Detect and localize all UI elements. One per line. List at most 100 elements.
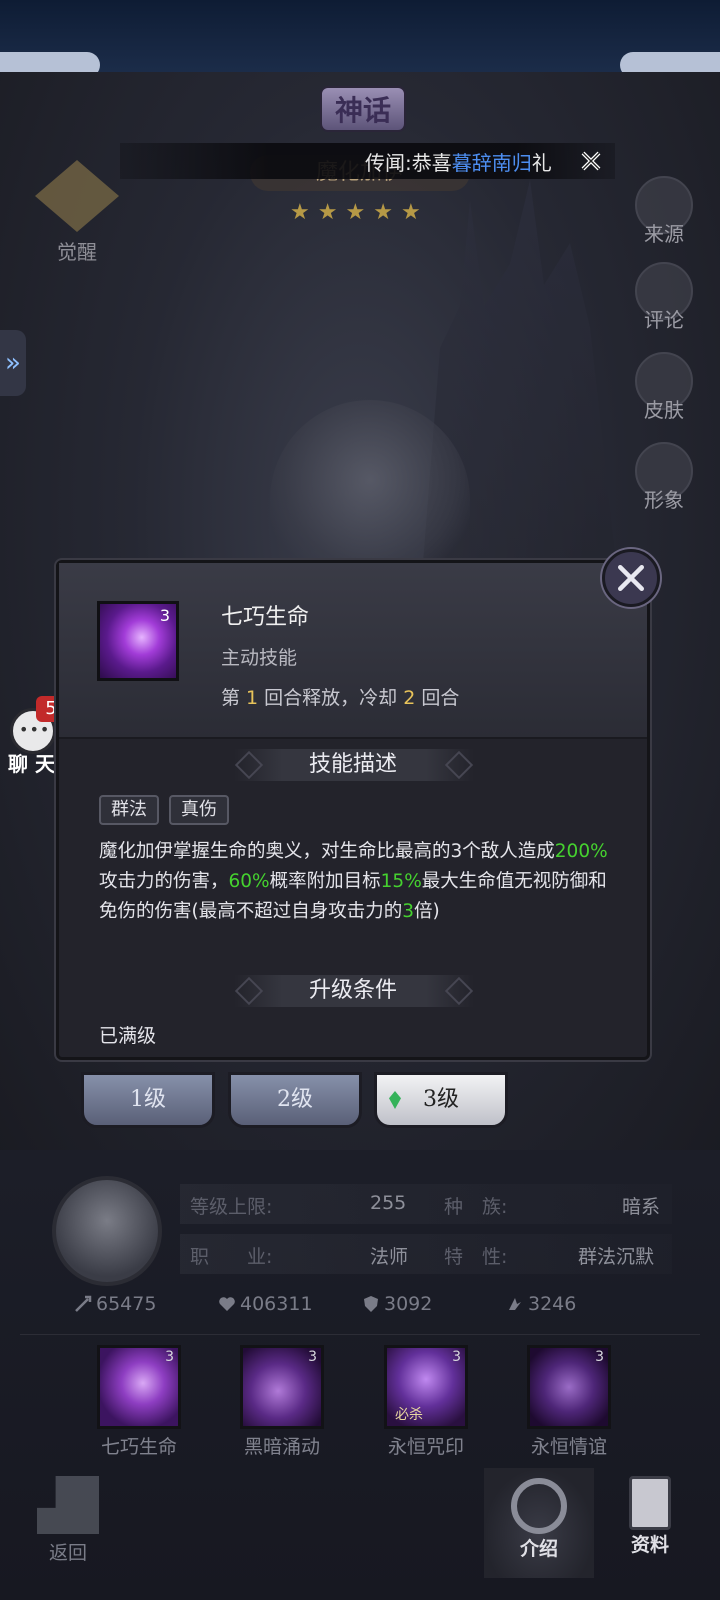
- stat-defense: 3092: [362, 1293, 506, 1315]
- card-icon: [629, 1476, 671, 1530]
- cooldown-text: 回合释放，冷却: [258, 687, 404, 709]
- skill-slot-3[interactable]: 3 必杀: [384, 1345, 468, 1429]
- speed-icon: [509, 1298, 521, 1310]
- level-tab-label: 1级: [130, 1087, 166, 1112]
- star-icon: ★: [317, 200, 338, 225]
- skill-cooldown: 第 1 回合释放，冷却 2 回合: [221, 683, 459, 710]
- intro-tab[interactable]: 介绍: [484, 1468, 594, 1578]
- desc-highlight: 200%: [554, 841, 608, 862]
- appearance-label: 形象: [644, 488, 684, 512]
- hero-detail-screen: 神话 魔化加伊 ★ ★ ★ ★ ★ 传闻: 恭喜 暮辞南归 礼 觉醒 来源 评论…: [0, 0, 720, 1600]
- skill-slot-label: 永恒情谊: [530, 1436, 607, 1458]
- desc-text: 攻击力的伤害，: [99, 871, 229, 892]
- data-label: 资料: [630, 1534, 669, 1556]
- level-tab-3[interactable]: 3级: [374, 1072, 508, 1128]
- section-title: 技能描述: [308, 752, 397, 777]
- skill-detail-popup: 3 七巧生命 主动技能 第 1 回合释放，冷却 2 回合 技能描述 群法 真伤 …: [56, 560, 650, 1060]
- race-label: 种 族:: [444, 1196, 508, 1218]
- speed-value: 3246: [528, 1293, 577, 1315]
- cooldown-value: 2: [403, 687, 416, 709]
- stat-health: 406311: [218, 1293, 362, 1315]
- back-button[interactable]: 返回: [28, 1476, 108, 1576]
- stat-row: 65475 406311 3092 3246: [74, 1293, 650, 1315]
- skill-description: 魔化加伊掌握生命的奥义，对生命比最高的3个敌人造成200% 攻击力的伤害，60%概…: [99, 837, 619, 927]
- heart-icon: [219, 1297, 235, 1311]
- skin-button[interactable]: 皮肤: [633, 352, 695, 423]
- skill-slot-label: 黑暗涌动: [243, 1436, 320, 1458]
- gem-icon: [389, 1091, 401, 1109]
- skin-label: 皮肤: [644, 398, 684, 422]
- divider: [20, 1334, 700, 1335]
- desc-text: 魔化加伊掌握生命的奥义，对生命比最高的3个敌人造成: [99, 841, 555, 862]
- skill-slot-2[interactable]: 3: [240, 1345, 324, 1429]
- defense-value: 3092: [384, 1293, 433, 1315]
- chat-label: 聊 天: [8, 752, 55, 776]
- skill-slot-4[interactable]: 3: [527, 1345, 611, 1429]
- skill-tag: 真伤: [169, 795, 229, 825]
- skill-slot-1[interactable]: 3: [97, 1345, 181, 1429]
- awaken-button[interactable]: 觉醒: [32, 160, 122, 264]
- health-value: 406311: [240, 1293, 313, 1315]
- star-icon: ★: [373, 200, 393, 225]
- class-value: 法师: [370, 1246, 409, 1268]
- level-cap-label: 等级上限:: [190, 1196, 273, 1218]
- news-player-name: 暮辞南归: [451, 150, 532, 175]
- intro-icon: [511, 1478, 567, 1534]
- skill-slot-level: 3: [308, 1349, 317, 1365]
- shield-icon: [364, 1296, 378, 1312]
- cooldown-text: 回合: [415, 687, 460, 709]
- cooldown-round: 1: [246, 687, 259, 709]
- attack-value: 65475: [96, 1293, 157, 1315]
- skill-slot-level: 3: [165, 1349, 174, 1365]
- news-ticker[interactable]: 传闻: 恭喜 暮辞南归 礼: [120, 143, 615, 179]
- comment-button[interactable]: 评论: [633, 262, 695, 333]
- awaken-label: 觉醒: [57, 240, 97, 264]
- skill-type: 主动技能: [221, 647, 298, 669]
- appearance-button[interactable]: 形象: [633, 442, 695, 513]
- data-tab[interactable]: 资料: [610, 1476, 690, 1576]
- skill-level-badge: 3: [159, 606, 170, 625]
- close-icon[interactable]: [579, 149, 603, 173]
- skill-slot-label: 七巧生命: [100, 1436, 177, 1458]
- rank-badge: 神话: [320, 86, 406, 132]
- level-cap-value: 255: [370, 1192, 407, 1214]
- awaken-icon: [35, 160, 119, 232]
- level-tab-label: 3级: [423, 1087, 459, 1112]
- star-icon: ★: [345, 200, 366, 225]
- section-title: 升级条件: [308, 978, 397, 1003]
- level-tab-label: 2级: [277, 1087, 313, 1112]
- section-skill-description: 技能描述: [59, 743, 647, 787]
- skill-header: 3 七巧生命 主动技能 第 1 回合释放，冷却 2 回合: [59, 563, 647, 739]
- stat-attack: 65475: [74, 1293, 218, 1315]
- expand-panel-tab[interactable]: »: [0, 330, 26, 396]
- attack-icon: [75, 1295, 92, 1312]
- star-rating: ★ ★ ★ ★ ★: [290, 200, 421, 225]
- upgrade-status: 已满级: [99, 1025, 157, 1047]
- intro-label: 介绍: [519, 1538, 558, 1560]
- source-label: 来源: [644, 222, 684, 246]
- section-upgrade-conditions: 升级条件: [59, 969, 647, 1013]
- star-icon: ★: [400, 200, 421, 225]
- level-tab-2[interactable]: 2级: [228, 1072, 362, 1128]
- star-icon: ★: [290, 200, 310, 225]
- close-icon[interactable]: [602, 549, 660, 607]
- skill-slot-level: 3: [595, 1349, 604, 1365]
- level-tab-1[interactable]: 1级: [81, 1072, 215, 1128]
- chat-button[interactable]: 5 聊 天: [6, 696, 66, 776]
- news-text: 恭喜: [411, 150, 452, 175]
- race-value: 暗系: [622, 1196, 661, 1218]
- trait-label: 特 性:: [444, 1246, 508, 1268]
- info-row-class-trait: 职 业: 法师 特 性: 群法沉默: [180, 1234, 680, 1274]
- source-button[interactable]: 来源: [633, 176, 695, 247]
- desc-highlight: 3: [402, 901, 415, 922]
- skill-tag: 群法: [99, 795, 159, 825]
- info-row-level-race: 等级上限: 255 种 族: 暗系: [180, 1184, 680, 1224]
- skill-slot-level: 3: [452, 1349, 461, 1365]
- skill-icon: 3: [97, 601, 179, 681]
- comment-label: 评论: [644, 308, 684, 332]
- skill-tags: 群法 真伤: [99, 795, 229, 825]
- ultimate-tag: 必杀: [395, 1407, 423, 1423]
- skill-name: 七巧生命: [221, 605, 310, 630]
- sky-background: [0, 0, 720, 75]
- desc-highlight: 60%: [228, 871, 270, 892]
